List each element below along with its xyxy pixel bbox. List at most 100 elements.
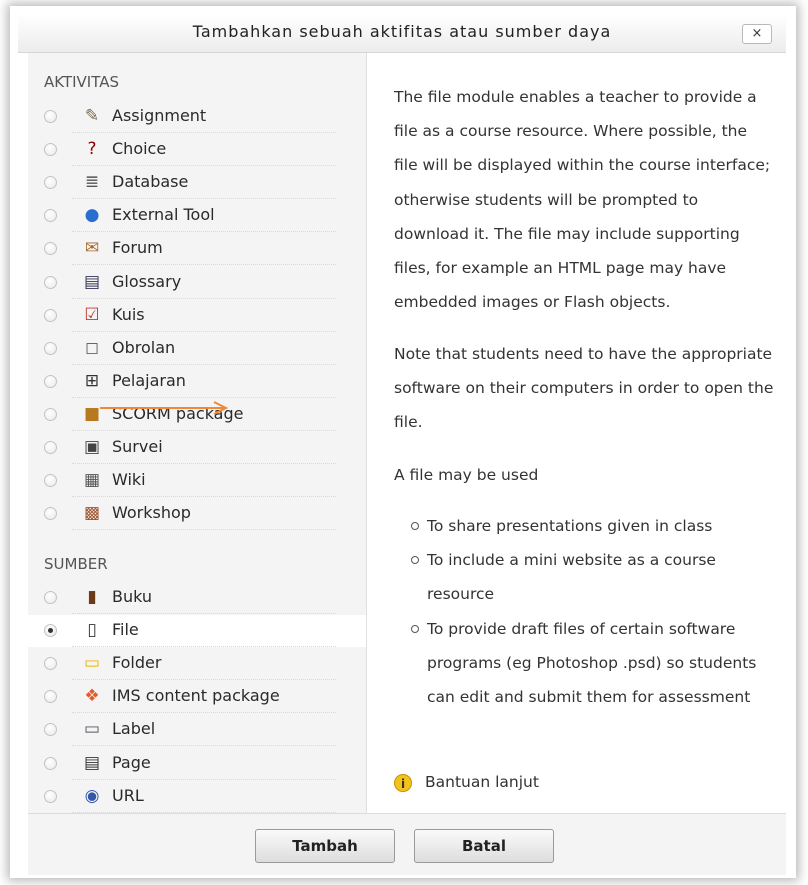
module-option-ims-content-package[interactable]: ❖ IMS content package	[28, 681, 366, 714]
module-radio[interactable]	[44, 143, 57, 157]
module-option-label: Page	[112, 752, 151, 772]
module-radio[interactable]	[44, 308, 57, 322]
module-option-page[interactable]: ▤ Page	[28, 748, 366, 780]
forum-icon: ✉	[84, 238, 100, 259]
row-divider	[72, 679, 336, 681]
bullet-circle-icon	[411, 625, 419, 633]
module-option-label: IMS content package	[112, 686, 280, 706]
module-option-label: Wiki	[112, 470, 146, 490]
globe-icon: ●	[84, 205, 100, 226]
folder-icon: ▭	[83, 653, 101, 674]
module-option-label: Folder	[112, 653, 162, 673]
module-radio[interactable]	[44, 110, 57, 123]
close-button[interactable]: ×	[742, 24, 772, 44]
module-option-label: Assignment	[112, 106, 207, 125]
module-option-assignment[interactable]: ✎ Assignment	[28, 101, 366, 133]
row-divider	[72, 613, 336, 614]
file-icon: ▯	[87, 620, 97, 641]
module-option-folder[interactable]: ▭ Folder	[28, 648, 366, 681]
module-option-label: Forum	[112, 238, 163, 258]
row-divider	[72, 165, 336, 167]
row-divider	[72, 463, 336, 464]
row-divider	[72, 712, 336, 714]
book-icon: ▮	[87, 587, 97, 607]
row-divider	[72, 429, 336, 431]
row-divider	[72, 778, 336, 780]
module-option-label: File	[112, 620, 139, 640]
module-option-buku[interactable]: ▮ Buku	[28, 582, 366, 614]
module-option-survei[interactable]: ▣ Survei	[28, 432, 366, 464]
url-globe-icon: ◉	[84, 785, 100, 806]
module-radio[interactable]	[44, 176, 57, 190]
module-option-label: Glossary	[112, 271, 182, 291]
module-radio[interactable]	[44, 723, 57, 737]
description-paragraph-2: Note that students need to have the appr…	[394, 345, 774, 432]
module-option-database[interactable]: ≣ Database	[28, 167, 366, 200]
bullet-circle-icon	[411, 522, 419, 530]
glossary-icon: ▤	[83, 271, 101, 292]
module-radio[interactable]	[44, 591, 57, 604]
description-paragraph-3: A file may be used	[394, 466, 539, 484]
module-option-label: External Tool	[112, 205, 215, 225]
quiz-check-icon: ☑	[84, 304, 100, 325]
bullet-circle-icon	[411, 556, 419, 564]
annotation-arrow	[100, 401, 229, 415]
wiki-icon: ▦	[83, 470, 101, 491]
info-icon: i	[394, 774, 412, 792]
cancel-button[interactable]: Batal	[414, 829, 554, 863]
module-option-label: Pelajaran	[112, 370, 186, 390]
survey-icon: ▣	[83, 437, 101, 457]
dialog-header: Tambahkan sebuah aktifitas atau sumber d…	[18, 14, 786, 53]
module-radio[interactable]	[44, 275, 57, 289]
row-divider	[72, 297, 336, 299]
module-option-label: Workshop	[112, 503, 191, 523]
module-radio[interactable]	[44, 507, 57, 521]
module-option-workshop[interactable]: ▩ Workshop	[28, 498, 366, 531]
module-radio[interactable]	[44, 441, 57, 454]
assignment-icon: ✎	[84, 106, 100, 126]
row-divider	[72, 198, 336, 200]
row-divider	[72, 396, 336, 398]
module-option-external-tool[interactable]: ● External Tool	[28, 200, 366, 233]
help-link-label[interactable]: Bantuan lanjut	[425, 773, 539, 791]
chat-bubble-icon: ◻	[84, 337, 100, 358]
module-option-file[interactable]: ▯ File	[28, 615, 366, 648]
module-radio[interactable]	[44, 242, 57, 256]
module-option-forum[interactable]: ✉ Forum	[28, 233, 366, 266]
page-icon: ▤	[83, 752, 101, 773]
row-divider	[72, 231, 336, 233]
module-radio[interactable]	[44, 341, 57, 355]
module-radio[interactable]	[44, 474, 57, 488]
label-icon: ▭	[83, 719, 101, 740]
module-option-pelajaran[interactable]: ⊞ Pelajaran	[28, 366, 366, 398]
dialog-footer: Tambah Batal	[28, 813, 786, 875]
module-option-label: Obrolan	[112, 337, 176, 357]
module-options-list: AKTIVITAS ✎ Assignment ? Choice ≣ Database ● Ex…	[28, 53, 366, 813]
module-option-label[interactable]: ▭ Label	[28, 714, 366, 747]
description-paragraph-1: The file module enables a teacher to pro…	[394, 88, 771, 312]
module-option-choice[interactable]: ? Choice	[28, 134, 366, 167]
module-option-url[interactable]: ◉ URL	[28, 781, 366, 813]
module-option-label: Survei	[112, 437, 163, 456]
row-divider	[72, 646, 336, 648]
module-radio[interactable]	[44, 624, 57, 638]
module-option-glossary[interactable]: ▤ Glossary	[28, 267, 366, 299]
module-radio[interactable]	[44, 789, 57, 803]
question-icon: ?	[87, 139, 97, 160]
add-button[interactable]: Tambah	[255, 829, 395, 863]
module-radio[interactable]	[44, 407, 57, 421]
row-divider	[72, 529, 336, 531]
module-option-label: Kuis	[112, 304, 145, 324]
module-radio[interactable]	[44, 756, 57, 770]
module-option-kuis[interactable]: ☑ Kuis	[28, 300, 366, 332]
module-option-label: Label	[112, 719, 156, 739]
module-option-wiki[interactable]: ▦ Wiki	[28, 465, 366, 498]
module-radio[interactable]	[44, 374, 57, 388]
activities-heading: AKTIVITAS	[44, 73, 119, 91]
module-radio[interactable]	[44, 209, 57, 223]
row-divider	[72, 496, 336, 498]
module-radio[interactable]	[44, 690, 57, 704]
module-radio[interactable]	[44, 657, 57, 671]
workshop-icon: ▩	[83, 503, 101, 524]
module-option-obrolan[interactable]: ◻ Obrolan	[28, 333, 366, 365]
